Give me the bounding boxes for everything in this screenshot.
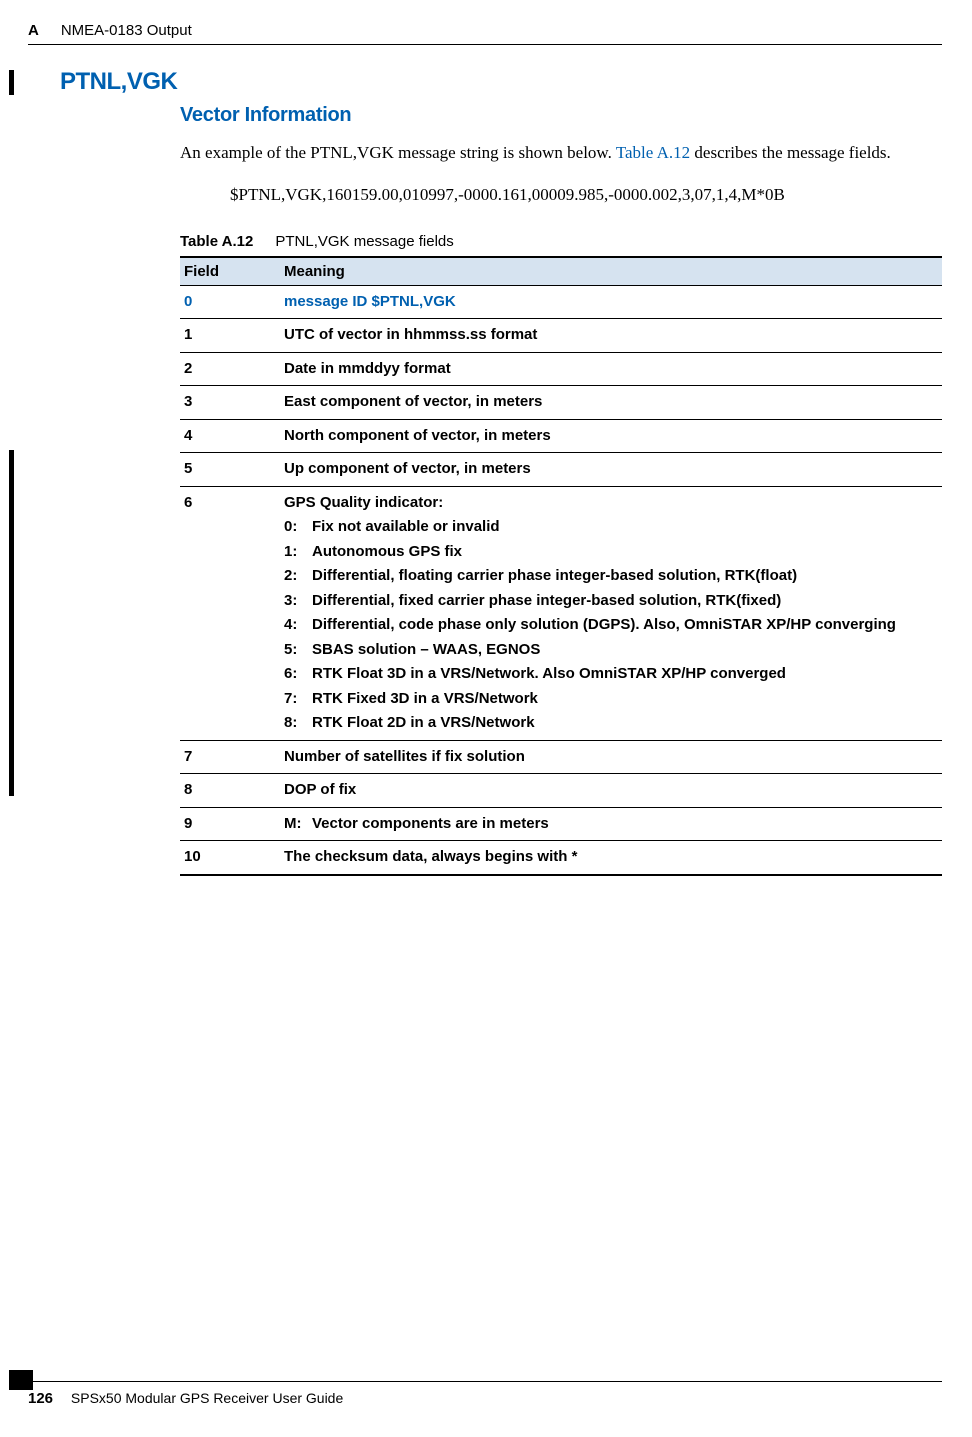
- quality-desc: RTK Fixed 3D in a VRS/Network: [312, 688, 934, 711]
- field-number: 0: [180, 285, 280, 319]
- quality-indicator-label: GPS Quality indicator:: [284, 494, 443, 511]
- example-string: $PTNL,VGK,160159.00,010997,-0000.161,000…: [230, 185, 942, 205]
- quality-num: 5:: [284, 639, 312, 662]
- intro-text-pre: An example of the PTNL,VGK message strin…: [180, 143, 616, 162]
- field-meaning: Date in mmddyy format: [280, 352, 942, 386]
- table-row: 2 Date in mmddyy format: [180, 352, 942, 386]
- quality-num: 4:: [284, 614, 312, 637]
- content-area: PTNL,VGK Vector Information An example o…: [60, 68, 942, 876]
- quality-desc: Differential, code phase only solution (…: [312, 614, 934, 637]
- page-number: 126: [28, 1390, 53, 1407]
- quality-desc: RTK Float 2D in a VRS/Network: [312, 712, 934, 735]
- table-caption-text: PTNL,VGK message fields: [275, 233, 453, 250]
- field-number: 3: [180, 386, 280, 420]
- quality-desc: Fix not available or invalid: [312, 516, 934, 539]
- quality-num: 6:: [284, 663, 312, 686]
- quality-num: 7:: [284, 688, 312, 711]
- intro-paragraph: An example of the PTNL,VGK message strin…: [180, 141, 942, 165]
- quality-desc: SBAS solution – WAAS, EGNOS: [312, 639, 934, 662]
- quality-item: 5:SBAS solution – WAAS, EGNOS: [284, 639, 934, 662]
- field-number: 7: [180, 740, 280, 774]
- quality-num: 8:: [284, 712, 312, 735]
- field-meaning: East component of vector, in meters: [280, 386, 942, 420]
- quality-num: 0:: [284, 516, 312, 539]
- field-number: 6: [180, 486, 280, 740]
- m-label: M:: [284, 813, 312, 836]
- quality-desc: Differential, floating carrier phase int…: [312, 565, 934, 588]
- quality-desc: RTK Float 3D in a VRS/Network. Also Omni…: [312, 663, 934, 686]
- quality-item: 6:RTK Float 3D in a VRS/Network. Also Om…: [284, 663, 934, 686]
- field-meaning: M:Vector components are in meters: [280, 807, 942, 841]
- field-number: 2: [180, 352, 280, 386]
- intro-text-post: describes the message fields.: [690, 143, 891, 162]
- field-meaning: DOP of fix: [280, 774, 942, 808]
- table-row: 4 North component of vector, in meters: [180, 419, 942, 453]
- field-number: 10: [180, 841, 280, 875]
- quality-item: 0:Fix not available or invalid: [284, 516, 934, 539]
- field-number: 1: [180, 319, 280, 353]
- table-row: 9 M:Vector components are in meters: [180, 807, 942, 841]
- field-number: 8: [180, 774, 280, 808]
- page-header: A NMEA-0183 Output: [28, 22, 942, 45]
- table-row: 8 DOP of fix: [180, 774, 942, 808]
- table-row: 3 East component of vector, in meters: [180, 386, 942, 420]
- quality-num: 1:: [284, 541, 312, 564]
- field-meaning: UTC of vector in hhmmss.ss format: [280, 319, 942, 353]
- table-reference-link[interactable]: Table A.12: [616, 143, 690, 162]
- header-appendix: A: [28, 22, 39, 39]
- field-meaning: Number of satellites if fix solution: [280, 740, 942, 774]
- change-bar: [9, 70, 14, 95]
- quality-num: 2:: [284, 565, 312, 588]
- quality-desc: Autonomous GPS fix: [312, 541, 934, 564]
- field-meaning: The checksum data, always begins with *: [280, 841, 942, 875]
- field-number: 9: [180, 807, 280, 841]
- col-field: Field: [180, 257, 280, 286]
- table-row: 0 message ID $PTNL,VGK: [180, 285, 942, 319]
- table-row: 5 Up component of vector, in meters: [180, 453, 942, 487]
- fields-table: Field Meaning 0 message ID $PTNL,VGK 1 U…: [180, 256, 942, 876]
- field-number: 4: [180, 419, 280, 453]
- quality-desc: Differential, fixed carrier phase intege…: [312, 590, 934, 613]
- table-row: 10 The checksum data, always begins with…: [180, 841, 942, 875]
- quality-item: 7:RTK Fixed 3D in a VRS/Network: [284, 688, 934, 711]
- table-row: 6 GPS Quality indicator: 0:Fix not avail…: [180, 486, 942, 740]
- quality-item: 3:Differential, fixed carrier phase inte…: [284, 590, 934, 613]
- field-meaning: GPS Quality indicator: 0:Fix not availab…: [280, 486, 942, 740]
- change-bar: [9, 450, 14, 796]
- table-row: 7 Number of satellites if fix solution: [180, 740, 942, 774]
- table-caption-label: Table A.12: [180, 233, 253, 250]
- field-number: 5: [180, 453, 280, 487]
- quality-item: 8:RTK Float 2D in a VRS/Network: [284, 712, 934, 735]
- quality-item: 4:Differential, code phase only solution…: [284, 614, 934, 637]
- field-meaning: North component of vector, in meters: [280, 419, 942, 453]
- header-title: NMEA-0183 Output: [61, 22, 192, 39]
- quality-num: 3:: [284, 590, 312, 613]
- table-header-row: Field Meaning: [180, 257, 942, 286]
- field-meaning: Up component of vector, in meters: [280, 453, 942, 487]
- field-meaning: message ID $PTNL,VGK: [280, 285, 942, 319]
- quality-item: 1:Autonomous GPS fix: [284, 541, 934, 564]
- footer-doc-title: SPSx50 Modular GPS Receiver User Guide: [71, 1390, 343, 1406]
- section-title: PTNL,VGK: [60, 68, 942, 96]
- section-subtitle: Vector Information: [180, 104, 942, 127]
- quality-item: 2:Differential, floating carrier phase i…: [284, 565, 934, 588]
- table-caption: Table A.12 PTNL,VGK message fields: [180, 233, 942, 250]
- table-row: 1 UTC of vector in hhmmss.ss format: [180, 319, 942, 353]
- page-footer: 126 SPSx50 Modular GPS Receiver User Gui…: [28, 1381, 942, 1407]
- quality-indicator-list: 0:Fix not available or invalid 1:Autonom…: [284, 516, 934, 735]
- m-desc: Vector components are in meters: [312, 813, 549, 836]
- col-meaning: Meaning: [280, 257, 942, 286]
